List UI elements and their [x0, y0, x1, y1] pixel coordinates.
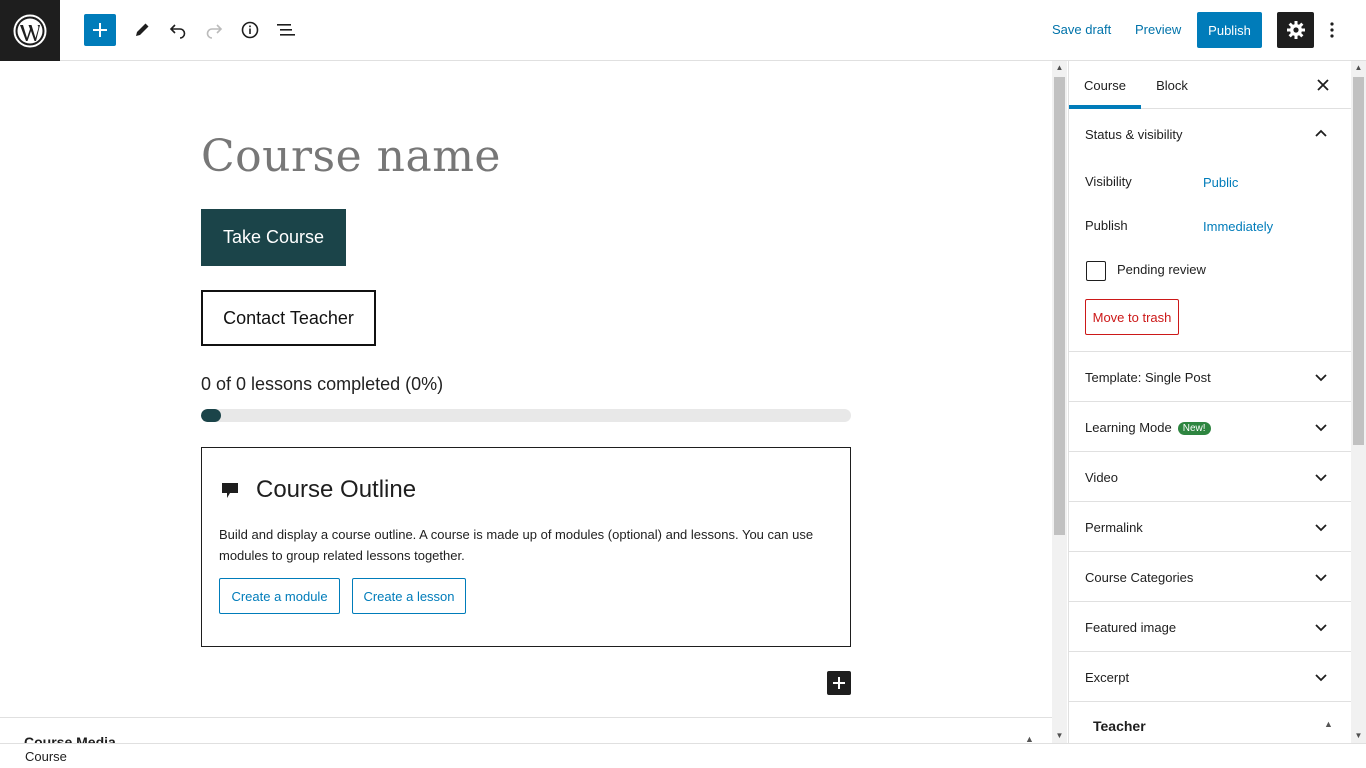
progress-bar	[201, 409, 851, 422]
panel-featured-image[interactable]: Featured image	[1069, 602, 1351, 652]
editor-header: Save draft Preview Publish	[0, 0, 1366, 61]
details-button[interactable]	[234, 14, 266, 46]
list-view-icon	[277, 24, 295, 36]
editor-canvas: Course name Take Course Contact Teacher …	[0, 61, 1052, 743]
create-module-button[interactable]: Create a module	[219, 578, 340, 614]
publish-label: Publish	[1085, 218, 1128, 233]
take-course-button[interactable]: Take Course	[201, 209, 346, 266]
scroll-up-icon[interactable]: ▲	[1351, 61, 1366, 73]
options-button[interactable]	[1322, 14, 1342, 46]
contact-teacher-button[interactable]: Contact Teacher	[201, 290, 376, 346]
block-inserter-button[interactable]	[827, 671, 851, 695]
course-title-input[interactable]: Course name	[201, 131, 501, 182]
tab-course[interactable]: Course	[1069, 61, 1141, 109]
panel-title: Video	[1085, 470, 1119, 485]
panel-title: Excerpt	[1085, 670, 1130, 685]
chevron-down-icon	[1315, 424, 1327, 432]
course-media-metabox: Course Media ▲	[0, 717, 1052, 743]
undo-button[interactable]	[162, 14, 194, 46]
breadcrumb-item[interactable]: Course	[25, 749, 67, 764]
pending-review-label[interactable]: Pending review	[1117, 262, 1206, 277]
move-to-trash-button[interactable]: Move to trash	[1085, 299, 1179, 335]
plus-icon	[833, 677, 845, 689]
chevron-down-icon	[1315, 624, 1327, 632]
scroll-thumb[interactable]	[1353, 77, 1364, 445]
pending-review-checkbox[interactable]	[1086, 261, 1106, 281]
redo-button[interactable]	[198, 14, 230, 46]
gear-icon	[1286, 21, 1305, 39]
publish-button[interactable]: Publish	[1197, 12, 1262, 48]
settings-button[interactable]	[1277, 12, 1314, 48]
chevron-down-icon	[1315, 374, 1327, 382]
sidebar-tabs: Course Block	[1069, 61, 1351, 109]
scroll-up-icon[interactable]: ▲	[1052, 61, 1067, 73]
wordpress-logo-button[interactable]	[0, 0, 60, 61]
pencil-icon	[136, 23, 149, 36]
scroll-down-icon[interactable]: ▼	[1351, 729, 1366, 741]
panel-video[interactable]: Video	[1069, 452, 1351, 502]
panel-permalink[interactable]: Permalink	[1069, 502, 1351, 552]
settings-sidebar: Course Block Status & visibility Visibil…	[1068, 61, 1351, 743]
preview-button[interactable]: Preview	[1135, 22, 1181, 37]
tab-block[interactable]: Block	[1141, 61, 1203, 109]
create-lesson-button[interactable]: Create a lesson	[352, 578, 466, 614]
save-draft-button[interactable]: Save draft	[1052, 22, 1111, 37]
metabox-title[interactable]: Course Media	[24, 734, 116, 743]
panel-title: Featured image	[1085, 620, 1177, 635]
panel-title: Status & visibility	[1085, 127, 1183, 142]
block-breadcrumb-bar: Course	[0, 743, 1366, 768]
wordpress-logo-icon	[13, 14, 47, 47]
panel-course-categories[interactable]: Course Categories	[1069, 552, 1351, 602]
panel-learning-mode[interactable]: Learning Mode New!	[1069, 402, 1351, 452]
visibility-value-button[interactable]: Public	[1203, 175, 1238, 190]
panel-title: Template: Single Post	[1085, 370, 1211, 385]
panel-title-text: Learning Mode	[1085, 420, 1172, 435]
course-outline-description: Build and display a course outline. A co…	[219, 527, 814, 563]
chevron-down-icon	[1315, 474, 1327, 482]
close-icon	[1317, 79, 1329, 91]
chevron-up-icon	[1315, 129, 1327, 137]
editor-scrollbar[interactable]: ▲ ▼	[1052, 61, 1067, 743]
panel-title: Learning Mode New!	[1085, 420, 1211, 435]
panel-excerpt[interactable]: Excerpt	[1069, 652, 1351, 702]
list-view-button[interactable]	[270, 14, 302, 46]
panel-title: Teacher	[1093, 718, 1146, 734]
tools-button[interactable]	[126, 14, 158, 46]
collapse-arrow-icon[interactable]: ▲	[1324, 719, 1333, 729]
chevron-down-icon	[1315, 524, 1327, 532]
status-visibility-body: Visibility Public Publish Immediately Pe…	[1069, 159, 1351, 352]
progress-text: 0 of 0 lessons completed (0%)	[201, 374, 444, 394]
redo-icon	[206, 24, 223, 39]
course-outline-title: Course Outline	[256, 476, 417, 503]
new-badge: New!	[1177, 422, 1211, 435]
sidebar-scrollbar[interactable]: ▲ ▼	[1351, 61, 1366, 743]
info-icon	[241, 21, 259, 39]
panel-title: Permalink	[1085, 520, 1143, 535]
undo-icon	[169, 24, 186, 39]
course-outline-icon	[222, 483, 238, 498]
visibility-label: Visibility	[1085, 174, 1132, 189]
publish-date-button[interactable]: Immediately	[1203, 219, 1273, 234]
more-vertical-icon	[1330, 22, 1334, 38]
close-sidebar-button[interactable]	[1311, 73, 1335, 97]
panel-title: Course Categories	[1085, 570, 1194, 585]
course-outline-block[interactable]: Course Outline Build and display a cours…	[201, 447, 851, 647]
scroll-thumb[interactable]	[1054, 77, 1065, 535]
progress-fill	[201, 409, 221, 422]
collapse-arrow-icon[interactable]: ▲	[1025, 734, 1034, 743]
chevron-down-icon	[1315, 674, 1327, 682]
panel-template[interactable]: Template: Single Post	[1069, 352, 1351, 402]
chevron-down-icon	[1315, 574, 1327, 582]
plus-icon	[93, 23, 107, 37]
panel-status-visibility[interactable]: Status & visibility	[1069, 109, 1351, 159]
add-block-button[interactable]	[84, 14, 116, 46]
scroll-down-icon[interactable]: ▼	[1052, 729, 1067, 741]
panel-teacher[interactable]: Teacher ▲	[1069, 705, 1351, 743]
